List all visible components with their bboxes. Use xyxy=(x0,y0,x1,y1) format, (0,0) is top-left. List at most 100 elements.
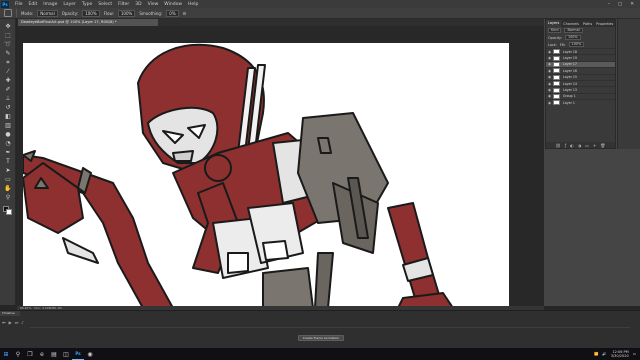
adjustment-icon[interactable]: ◑ xyxy=(578,143,582,148)
crop-tool-icon[interactable]: ⌗ xyxy=(4,59,12,66)
layer-name: Layer 15 xyxy=(563,75,577,80)
artboard[interactable] xyxy=(23,43,509,306)
brush-tool-icon[interactable]: ✐ xyxy=(4,86,12,93)
lasso-tool-icon[interactable]: ➰ xyxy=(4,41,12,48)
layer-opacity-field[interactable]: 100% xyxy=(564,35,581,40)
layer-name: Layer 18 xyxy=(563,49,577,54)
chrome-icon[interactable]: ◉ xyxy=(84,348,96,360)
menu-3d[interactable]: 3D xyxy=(132,2,144,7)
fill-label: Fill: xyxy=(559,42,566,47)
opacity-field[interactable]: 100% xyxy=(82,9,100,17)
clock[interactable]: 12:06 PM 3/30/2020 xyxy=(611,350,629,358)
menu-filter[interactable]: Filter xyxy=(115,2,132,7)
flow-field[interactable]: 100% xyxy=(117,9,136,17)
tab-channels[interactable]: Channels xyxy=(561,22,581,26)
layer-name: Layer 16 xyxy=(563,68,577,73)
healing-tool-icon[interactable]: ✚ xyxy=(4,77,12,84)
play-icon[interactable]: ▶ xyxy=(9,320,12,325)
photoshop-logo-icon[interactable]: Ps xyxy=(1,0,9,8)
folder-icon[interactable]: ▭ xyxy=(585,143,589,148)
gradient-tool-icon[interactable]: ▥ xyxy=(4,122,12,129)
visibility-eye-icon[interactable]: ◉ xyxy=(546,88,553,92)
task-view-icon[interactable]: ❐ xyxy=(24,348,36,360)
layer-name: Layer 1 xyxy=(563,100,575,105)
smoothing-field[interactable]: 0% xyxy=(166,9,179,17)
audio-icon[interactable]: ♪ xyxy=(21,320,24,325)
mask-icon[interactable]: ◐ xyxy=(570,143,574,148)
visibility-eye-icon[interactable]: ◉ xyxy=(546,69,553,73)
brush-preset-icon[interactable] xyxy=(4,9,12,17)
create-frame-animation-button[interactable]: Create Frame Animation xyxy=(298,335,344,341)
move-tool-icon[interactable]: ✥ xyxy=(4,23,12,30)
close-button[interactable]: ✕ xyxy=(630,2,634,7)
menu-bar: Ps File Edit Image Layer Type Select Fil… xyxy=(0,0,640,8)
canvas-area[interactable] xyxy=(17,26,544,306)
file-explorer-icon[interactable]: ▤ xyxy=(48,348,60,360)
menu-window[interactable]: Window xyxy=(161,2,185,7)
history-brush-icon[interactable]: ↺ xyxy=(4,104,12,111)
pen-tool-icon[interactable]: ✒ xyxy=(4,149,12,156)
path-select-icon[interactable]: ➤ xyxy=(4,167,12,174)
layer-row[interactable]: ◉ Layer 1 xyxy=(546,99,615,106)
visibility-eye-icon[interactable]: ◉ xyxy=(546,101,553,105)
layers-footer: ⛓ ƒ ◐ ◑ ▭ + 🗑 xyxy=(546,142,615,148)
background-color-swatch[interactable] xyxy=(6,209,12,215)
quick-select-tool-icon[interactable]: ✎ xyxy=(4,50,12,57)
type-tool-icon[interactable]: T xyxy=(4,158,12,165)
maximize-button[interactable]: □ xyxy=(618,2,622,7)
first-frame-icon[interactable]: ⏮ xyxy=(2,320,6,325)
menu-file[interactable]: File xyxy=(12,2,26,7)
menu-layer[interactable]: Layer xyxy=(60,2,79,7)
marquee-tool-icon[interactable]: ⬚ xyxy=(4,32,12,39)
minimize-button[interactable]: – xyxy=(608,2,610,7)
layer-name: Layer 17 xyxy=(563,62,577,67)
layer-lock-row: Lock: Fill: 100% xyxy=(546,41,615,48)
search-icon[interactable]: ⚲ xyxy=(12,348,24,360)
link-icon[interactable]: ⛓ xyxy=(556,143,561,148)
edge-icon[interactable]: e xyxy=(36,348,48,360)
shape-tool-icon[interactable]: ▭ xyxy=(4,176,12,183)
stamp-tool-icon[interactable]: ⊥ xyxy=(4,95,12,102)
blur-tool-icon[interactable]: ● xyxy=(4,131,12,138)
tab-properties[interactable]: Properties xyxy=(594,22,615,26)
notification-icon[interactable]: ▭ xyxy=(633,352,636,356)
visibility-eye-icon[interactable]: ◉ xyxy=(546,75,553,79)
settings-icon[interactable]: ⚙ xyxy=(183,11,187,16)
menu-edit[interactable]: Edit xyxy=(26,2,41,7)
document-tab[interactable]: DeadeyeBotFinalArt.psd @ 100% (Layer 17,… xyxy=(18,19,158,26)
menu-image[interactable]: Image xyxy=(40,2,60,7)
tab-layers[interactable]: Layers xyxy=(546,20,562,27)
visibility-eye-icon[interactable]: ◉ xyxy=(546,82,553,86)
new-layer-icon[interactable]: + xyxy=(593,143,596,148)
volume-icon[interactable]: 🔊 xyxy=(602,352,606,356)
visibility-eye-icon[interactable]: ◉ xyxy=(546,50,553,54)
photoshop-taskbar-icon[interactable]: Ps xyxy=(72,348,84,360)
menu-view[interactable]: View xyxy=(145,2,162,7)
blend-mode-select[interactable]: Normal xyxy=(564,28,583,33)
menu-type[interactable]: Type xyxy=(79,2,95,7)
menu-help[interactable]: Help xyxy=(185,2,201,7)
fx-icon[interactable]: ƒ xyxy=(565,143,566,148)
kind-filter[interactable]: Kind xyxy=(548,28,562,33)
timeline-tab[interactable]: Timeline xyxy=(0,311,20,316)
store-icon[interactable]: ◫ xyxy=(60,348,72,360)
network-icon[interactable]: 📶 xyxy=(594,352,598,356)
layers-panel: Layers Channels Paths Properties Kind No… xyxy=(545,19,616,149)
visibility-eye-icon[interactable]: ◉ xyxy=(546,62,553,66)
eyedropper-tool-icon[interactable]: ⁄ xyxy=(4,68,12,75)
last-frame-icon[interactable]: ⏭ xyxy=(15,320,19,325)
trash-icon[interactable]: 🗑 xyxy=(600,143,605,148)
tab-paths[interactable]: Paths xyxy=(581,22,594,26)
visibility-eye-icon[interactable]: ◉ xyxy=(546,94,553,98)
menu-select[interactable]: Select xyxy=(95,2,115,7)
system-tray: 📶 🔊 12:06 PM 3/30/2020 ▭ xyxy=(594,350,640,358)
zoom-tool-icon[interactable]: ⚲ xyxy=(4,194,12,201)
visibility-eye-icon[interactable]: ◉ xyxy=(546,56,553,60)
mode-select[interactable]: Normal xyxy=(37,9,58,17)
eraser-tool-icon[interactable]: ◧ xyxy=(4,113,12,120)
dodge-tool-icon[interactable]: ◔ xyxy=(4,140,12,147)
tools-panel: ✥ ⬚ ➰ ✎ ⌗ ⁄ ✚ ✐ ⊥ ↺ ◧ ▥ ● ◔ ✒ T ➤ ▭ ✋ ⚲ xyxy=(0,19,16,305)
hand-tool-icon[interactable]: ✋ xyxy=(4,185,12,192)
fill-field[interactable]: 100% xyxy=(568,42,585,47)
windows-start-icon[interactable]: ⊞ xyxy=(0,348,12,360)
